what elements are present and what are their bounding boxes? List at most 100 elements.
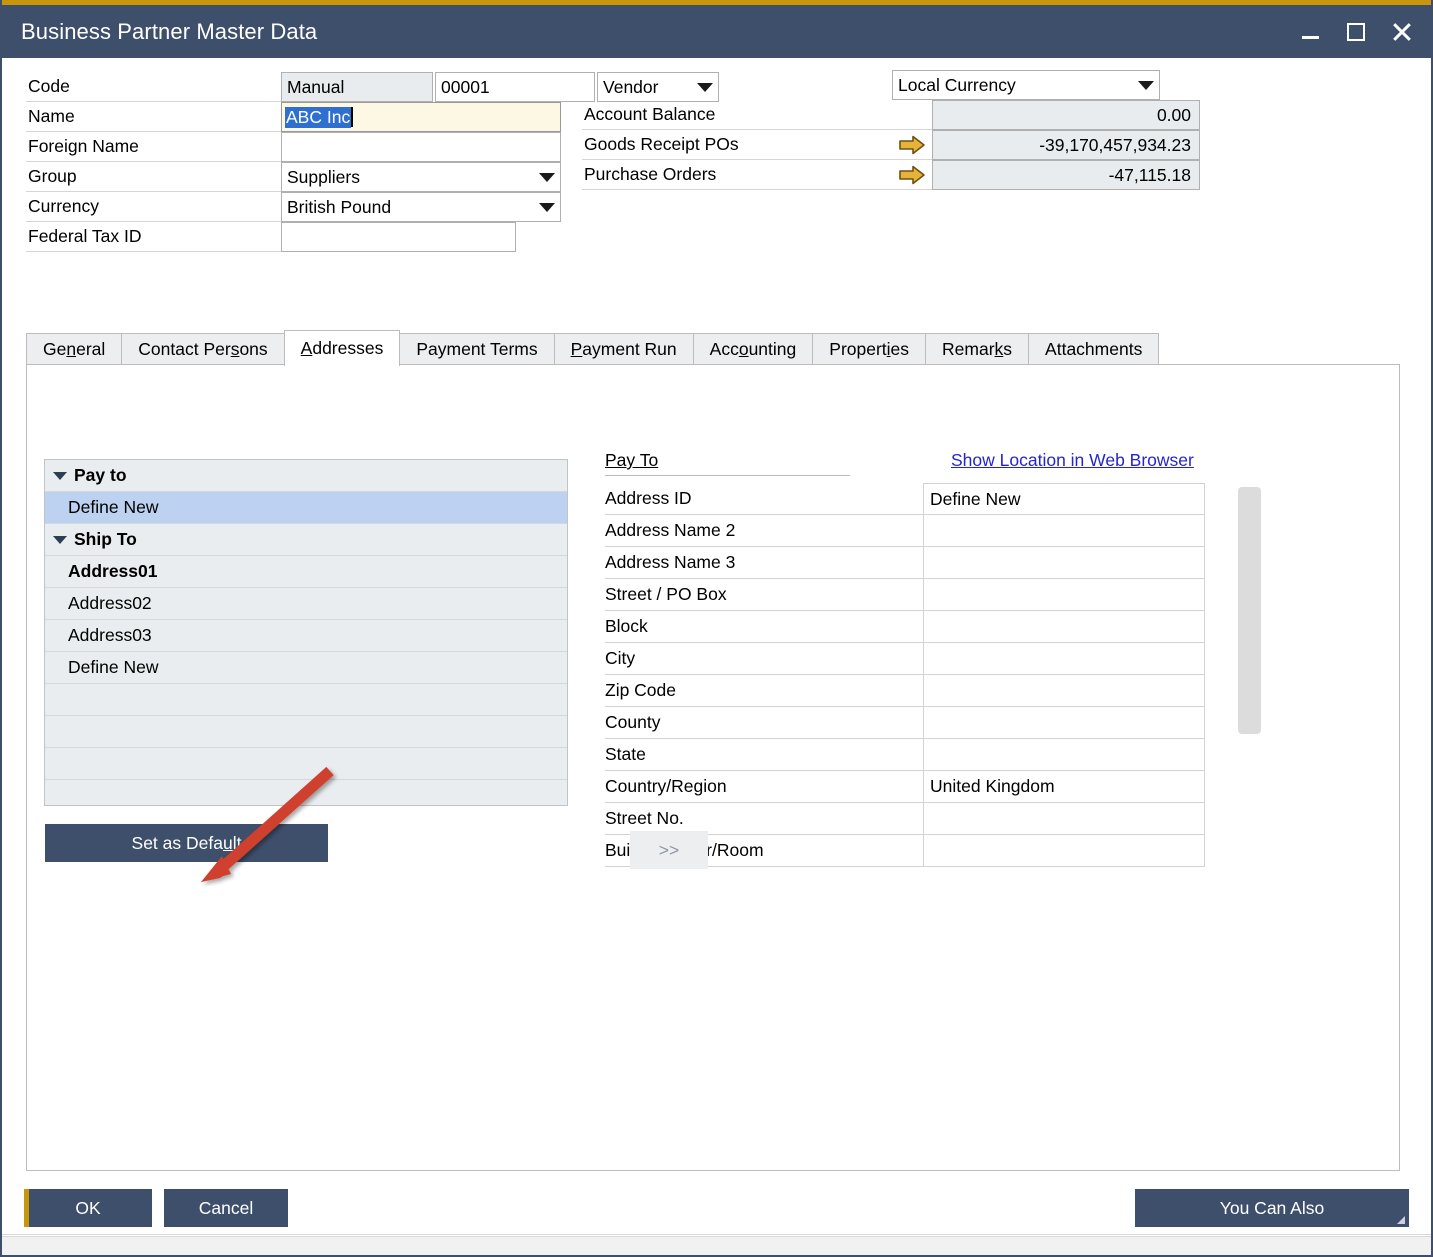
address-field-row: County [605, 707, 1245, 739]
address-field-input[interactable] [923, 707, 1205, 739]
tab-accounting[interactable]: Accounting [693, 333, 814, 365]
detail-scrollbar-thumb[interactable] [1238, 487, 1261, 734]
federal-tax-id-input[interactable] [281, 222, 516, 252]
address-list-item[interactable]: Address01 [45, 556, 567, 588]
tab-remarks[interactable]: Remarks [925, 333, 1029, 365]
address-field-row: Address Name 3 [605, 547, 1245, 579]
address-detail-title: Pay To [605, 450, 658, 473]
address-field-row: Street / PO Box [605, 579, 1245, 611]
expand-button[interactable]: >> [630, 831, 708, 869]
foreign-name-label: Foreign Name [26, 132, 281, 162]
address-field-label: City [605, 643, 923, 675]
address-field-label: Address Name 2 [605, 515, 923, 547]
tab-properties[interactable]: Properties [812, 333, 926, 365]
tab-attachments[interactable]: Attachments [1028, 333, 1159, 365]
name-input[interactable]: ABC Inc [281, 102, 561, 132]
expand-collapse-triangle-icon[interactable] [53, 536, 67, 544]
address-field-row: Address IDDefine New [605, 483, 1245, 515]
account-balance-row: Account Balance 0.00 [582, 100, 1200, 130]
address-field-input[interactable] [923, 803, 1205, 835]
name-input-value: ABC Inc [285, 107, 351, 128]
address-item-label: Define New [55, 497, 158, 518]
address-field-input[interactable] [923, 643, 1205, 675]
tab-contact-persons[interactable]: Contact Persons [121, 333, 284, 365]
address-list-item[interactable]: Address03 [45, 620, 567, 652]
address-item-label: Address02 [55, 593, 152, 614]
address-list-item[interactable]: Define New [45, 492, 567, 524]
close-button[interactable] [1389, 19, 1415, 45]
account-balance-label: Account Balance [582, 100, 892, 130]
name-label: Name [26, 102, 281, 132]
group-row: Group Suppliers [26, 162, 561, 192]
code-numbering-field[interactable]: Manual [281, 72, 433, 102]
address-list-item[interactable]: Define New [45, 652, 567, 684]
address-field-row: Zip Code [605, 675, 1245, 707]
cancel-button[interactable]: Cancel [164, 1189, 288, 1227]
minimize-button[interactable] [1297, 19, 1323, 45]
group-value: Suppliers [287, 167, 360, 188]
address-field-label: Country/Region [605, 771, 923, 803]
chevron-down-icon [1138, 81, 1154, 90]
address-field-row: Country/RegionUnited Kingdom [605, 771, 1245, 803]
code-value-field[interactable]: 00001 [435, 72, 595, 102]
address-field-input[interactable]: Define New [923, 483, 1205, 515]
address-group-header[interactable]: Pay to [45, 460, 567, 492]
address-field-input[interactable] [923, 835, 1205, 867]
goods-receipt-pos-row: Goods Receipt POs -39,170,457,934.23 [582, 130, 1200, 160]
addresses-tab-panel: Pay to Define New Ship To Address01 Address0… [26, 364, 1400, 1171]
detail-title-divider [605, 475, 850, 476]
resize-grip-icon [1397, 1216, 1405, 1224]
address-list-item [45, 684, 567, 716]
show-location-link[interactable]: Show Location in Web Browser [951, 450, 1194, 471]
address-field-row: State [605, 739, 1245, 771]
partner-type-select[interactable]: Vendor [597, 72, 719, 102]
currency-select[interactable]: British Pound [281, 192, 561, 222]
you-can-also-button[interactable]: You Can Also [1135, 1189, 1409, 1227]
close-icon [1392, 22, 1412, 42]
address-field-label: Street / PO Box [605, 579, 923, 611]
address-field-label: Block [605, 611, 923, 643]
address-field-input[interactable] [923, 547, 1205, 579]
maximize-icon [1347, 23, 1365, 41]
address-list[interactable]: Pay to Define New Ship To Address01 Address0… [44, 459, 568, 806]
address-item-label: Address03 [55, 625, 152, 646]
address-field-label: County [605, 707, 923, 739]
address-field-input[interactable] [923, 675, 1205, 707]
currency-view-select[interactable]: Local Currency [892, 70, 1160, 100]
expand-collapse-triangle-icon[interactable] [53, 472, 67, 480]
tab-general[interactable]: General [26, 333, 122, 365]
tab-addresses[interactable]: Addresses [284, 330, 401, 366]
you-can-also-label: You Can Also [1220, 1198, 1324, 1219]
address-group-header[interactable]: Ship To [45, 524, 567, 556]
address-field-input[interactable] [923, 579, 1205, 611]
set-as-default-button[interactable]: Set as Default [45, 824, 328, 862]
ok-button[interactable]: OK [24, 1189, 152, 1227]
address-detail-form: Pay To Show Location in Web Browser Addr… [605, 450, 1245, 867]
status-strip [2, 1236, 1431, 1255]
purchase-orders-value: -47,115.18 [932, 160, 1200, 190]
address-item-label: Ship To [74, 529, 137, 550]
drilldown-arrow-icon[interactable] [898, 134, 926, 156]
address-field-label: State [605, 739, 923, 771]
address-field-row: Address Name 2 [605, 515, 1245, 547]
address-field-input[interactable]: United Kingdom [923, 771, 1205, 803]
account-balance-value: 0.00 [932, 100, 1200, 130]
address-field-row: City [605, 643, 1245, 675]
window-controls [1297, 19, 1431, 45]
address-field-input[interactable] [923, 611, 1205, 643]
minimize-icon [1302, 36, 1319, 39]
name-row: Name ABC Inc [26, 102, 561, 132]
group-label: Group [26, 162, 281, 192]
business-partner-master-data-window: Business Partner Master Data Code Manual… [0, 0, 1433, 1257]
federal-tax-id-label: Federal Tax ID [26, 222, 281, 252]
foreign-name-input[interactable] [281, 132, 561, 162]
tab-payment-terms[interactable]: Payment Terms [399, 333, 554, 365]
group-select[interactable]: Suppliers [281, 162, 561, 192]
tab-payment-run[interactable]: Payment Run [554, 333, 694, 365]
code-label: Code [26, 72, 281, 102]
address-list-item[interactable]: Address02 [45, 588, 567, 620]
address-field-input[interactable] [923, 515, 1205, 547]
address-field-input[interactable] [923, 739, 1205, 771]
maximize-button[interactable] [1343, 19, 1369, 45]
drilldown-arrow-icon[interactable] [898, 164, 926, 186]
